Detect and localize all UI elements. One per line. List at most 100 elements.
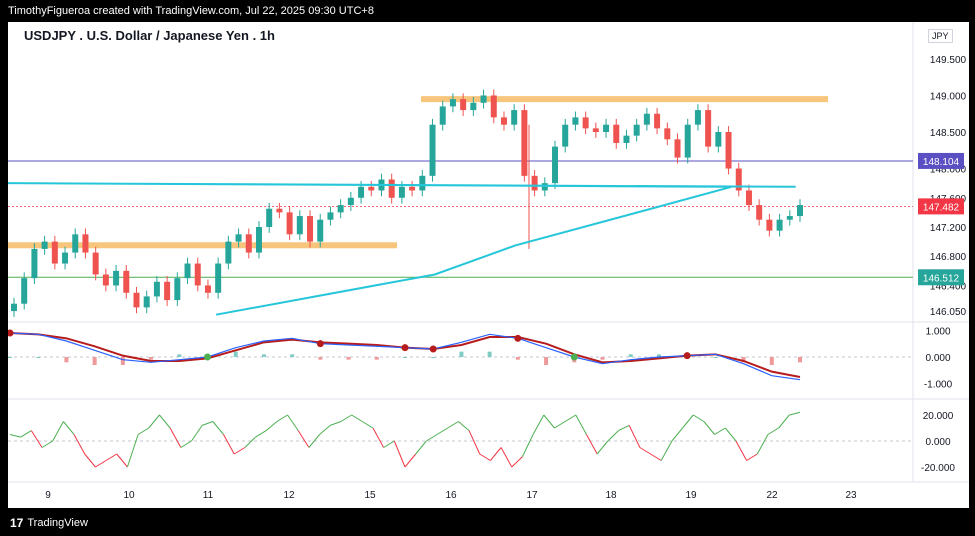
candle-body — [204, 285, 211, 293]
candle-body — [613, 124, 620, 143]
macd-histogram-bar — [403, 357, 407, 358]
x-tick-label: 16 — [445, 490, 457, 501]
macd-cross-dot — [401, 344, 409, 352]
candle-body — [511, 110, 518, 125]
osc-segment — [618, 424, 630, 432]
candle-body — [388, 179, 395, 198]
macd-cross-dot — [429, 345, 437, 353]
candle-body — [725, 132, 732, 169]
candle-body — [623, 135, 630, 143]
candle-body — [439, 106, 446, 125]
osc-segment — [362, 421, 374, 429]
tradingview-logo-icon: 17 — [10, 516, 24, 530]
osc-segment — [30, 430, 43, 448]
osc-segment — [778, 414, 790, 429]
resistance-zone-lower — [8, 242, 397, 249]
candle-body — [164, 281, 171, 301]
candle-body — [317, 219, 324, 242]
price-label-text: 146.512 — [923, 273, 960, 284]
osc-segment — [169, 427, 182, 448]
chart-panel[interactable]: 149.500149.000148.500148.000147.600147.2… — [8, 22, 969, 508]
candle-body — [153, 281, 160, 297]
macd-histogram-bar — [318, 357, 323, 360]
osc-segment — [735, 440, 748, 461]
x-tick-label: 17 — [526, 490, 538, 501]
candle-body — [184, 263, 191, 279]
osc-tick-label: 0.000 — [925, 437, 950, 448]
candle-body — [92, 252, 99, 275]
candle-body — [715, 132, 722, 147]
candle-body — [797, 205, 803, 217]
candle-body — [633, 124, 640, 136]
osc-segment — [511, 456, 523, 468]
osc-segment — [543, 414, 555, 429]
candle-body — [133, 292, 140, 308]
osc-segment — [404, 453, 417, 468]
osc-segment — [458, 421, 470, 431]
currency-label[interactable]: JPY — [928, 29, 953, 43]
candle-body — [470, 102, 477, 111]
candle-body — [41, 241, 48, 249]
macd-histogram-bar — [233, 351, 238, 357]
osc-segment — [714, 427, 726, 435]
macd-cross-dot — [570, 353, 578, 361]
osc-segment — [767, 427, 779, 435]
candle-body — [684, 124, 691, 158]
macd-histogram-bar — [459, 351, 464, 357]
candle-body — [307, 216, 314, 242]
candle-body — [419, 175, 426, 191]
x-tick-label: 15 — [364, 490, 376, 501]
price-tick-label: 147.200 — [930, 223, 967, 234]
macd-tick-label: -1.000 — [924, 380, 953, 391]
osc-segment — [265, 421, 278, 431]
tradingview-wordmark: TradingView — [27, 517, 88, 529]
osc-segment — [554, 421, 566, 429]
chart-svg[interactable]: 149.500149.000148.500148.000147.600147.2… — [8, 22, 969, 508]
x-tick-label: 19 — [685, 490, 697, 501]
x-tick-label: 9 — [45, 490, 51, 501]
candle-body — [174, 278, 181, 301]
candle-body — [756, 205, 763, 220]
osc-segment — [479, 453, 491, 461]
osc-segment — [201, 421, 214, 426]
osc-segment — [297, 430, 310, 448]
price-label-text: 147.482 — [923, 202, 960, 213]
candle-body — [266, 208, 273, 227]
price-tick-label: 149.500 — [930, 55, 967, 66]
credit-text: TimothyFigueroa created with TradingView… — [8, 5, 374, 17]
tradingview-logo[interactable]: 17 TradingView — [10, 516, 88, 530]
macd-histogram-bar — [8, 357, 12, 358]
osc-segment — [447, 421, 459, 429]
candle-body — [51, 241, 58, 264]
candle-body — [521, 110, 528, 176]
macd-histogram-bar — [544, 357, 549, 365]
osc-segment — [191, 425, 203, 442]
osc-segment — [84, 453, 96, 468]
macd-histogram-bar — [713, 357, 718, 358]
x-tick-label: 12 — [283, 490, 295, 501]
candle-body — [347, 197, 354, 206]
candle-body — [429, 124, 436, 176]
macd-histogram-bar — [290, 354, 295, 357]
candle-body — [286, 212, 293, 235]
osc-segment — [52, 421, 64, 442]
candle-body — [705, 110, 712, 147]
osc-segment — [95, 460, 107, 468]
candle-body — [82, 234, 89, 253]
osc-segment — [62, 421, 75, 435]
osc-segment — [490, 447, 502, 461]
osc-segment — [73, 434, 86, 455]
osc-segment — [233, 447, 246, 455]
candle-body — [582, 117, 589, 129]
macd-tick-label: 1.000 — [925, 326, 950, 337]
macd-histogram-bar — [346, 357, 351, 360]
macd-histogram-bar — [628, 354, 633, 357]
candle-body — [490, 95, 497, 118]
osc-segment — [628, 425, 641, 448]
x-tick-label: 22 — [766, 490, 778, 501]
osc-segment — [521, 434, 534, 457]
candle-body — [143, 296, 150, 308]
osc-segment — [660, 440, 673, 461]
osc-segment — [586, 434, 598, 455]
macd-histogram-bar — [769, 357, 774, 365]
